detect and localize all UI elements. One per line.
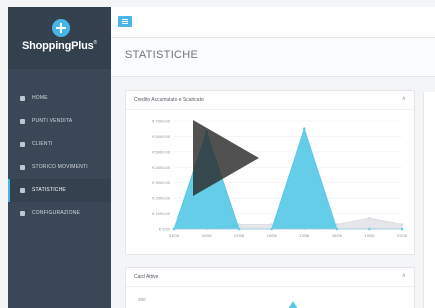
x-tick-label: 19/06 xyxy=(364,233,375,238)
top-bar xyxy=(111,7,435,38)
credito-area-chart: € 0,00 € 1000,00 € 2000,00 € 3000,00 € 4000,… xyxy=(152,119,408,239)
y-tick-label: € 3000,00 xyxy=(152,180,171,185)
sidebar-item-label: HOME xyxy=(32,95,48,101)
x-tick-label: 22/06 xyxy=(397,233,408,238)
sidebar-item-clienti[interactable]: CLIENTI xyxy=(8,133,111,156)
logo[interactable]: ShoppingPlus® xyxy=(8,7,111,69)
y-tick-label: € 0,00 xyxy=(159,227,171,232)
x-tick-label: 07/06 xyxy=(234,233,245,238)
sidebar-item-configurazione[interactable]: CONFIGURAZIONE xyxy=(8,202,111,225)
menu-toggle-button[interactable] xyxy=(118,16,132,27)
x-tick-label: 04/06 xyxy=(202,233,213,238)
store-icon xyxy=(20,119,25,124)
data-point xyxy=(302,127,306,131)
y-tick-label: € 1000,00 xyxy=(152,211,171,216)
logo-text: ShoppingPlus xyxy=(21,40,94,52)
shopping-plus-logo-icon xyxy=(52,19,70,37)
sidebar-item-statistiche[interactable]: STATISTICHE xyxy=(8,179,111,202)
y-tick-label: € 6000,00 xyxy=(152,134,171,139)
app-frame: ShoppingPlus® HOME PUNTI VENDITA CLIENTI… xyxy=(0,0,435,308)
card-attive-card: Card Attive ∧ 200 xyxy=(125,267,415,308)
hamburger-icon xyxy=(122,21,128,22)
x-tick-label: 10/06 xyxy=(267,233,278,238)
sidebar-item-punti-vendita[interactable]: PUNTI VENDITA xyxy=(8,110,111,133)
sidebar-item-label: CONFIGURAZIONE xyxy=(32,210,81,216)
y-tick-label: € 7000,00 xyxy=(152,119,171,124)
play-video-button[interactable] xyxy=(189,118,261,198)
page-header: STATISTICHE xyxy=(111,38,435,77)
x-tick-label: 13/06 xyxy=(299,233,310,238)
sidebar-nav: HOME PUNTI VENDITA CLIENTI STORICO MOVIM… xyxy=(8,87,111,225)
credito-chart-card: Credito Accumulato e Scaricato ∧ € 0,00 €… xyxy=(125,90,415,255)
data-point xyxy=(400,223,404,226)
hamburger-icon xyxy=(122,19,128,20)
sidebar-item-label: STORICO MOVIMENTI xyxy=(32,164,88,170)
x-tick-label: 16/06 xyxy=(332,233,343,238)
sidebar-item-label: PUNTI VENDITA xyxy=(32,118,73,124)
history-icon xyxy=(20,165,25,170)
card-attive-chart: 200 xyxy=(138,297,298,308)
page-title: STATISTICHE xyxy=(125,49,199,61)
sidebar: ShoppingPlus® HOME PUNTI VENDITA CLIENTI… xyxy=(8,7,111,308)
sidebar-item-label: STATISTICHE xyxy=(32,187,66,193)
sidebar-item-home[interactable]: HOME xyxy=(8,87,111,110)
settings-icon xyxy=(20,211,25,216)
sidebar-item-label: CLIENTI xyxy=(32,141,53,147)
y-tick-label: € 2000,00 xyxy=(152,196,171,201)
stats-icon xyxy=(20,188,25,193)
users-icon xyxy=(20,142,25,147)
series-peak xyxy=(288,301,298,308)
sidebar-item-storico-movimenti[interactable]: STORICO MOVIMENTI xyxy=(8,156,111,179)
logo-registered-mark: ® xyxy=(93,40,98,46)
data-point xyxy=(368,216,371,220)
hamburger-icon xyxy=(122,23,128,24)
y-tick-label: € 5000,00 xyxy=(152,149,171,154)
right-panel-edge xyxy=(423,92,435,308)
y-tick-label: € 4000,00 xyxy=(152,165,171,170)
x-tick-label: 01/06 xyxy=(169,233,180,238)
home-icon xyxy=(20,96,25,101)
y-tick-label: 200 xyxy=(138,297,146,302)
play-icon xyxy=(193,120,259,196)
